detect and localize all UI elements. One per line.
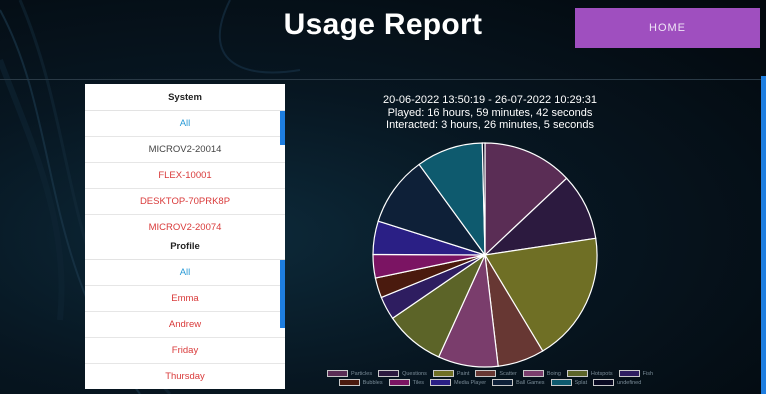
legend-swatch	[326, 370, 348, 377]
report-summary: 20-06-2022 13:50:19 - 26-07-2022 10:29:3…	[300, 94, 680, 132]
legend-label: Tiles	[412, 379, 425, 386]
legend-label: Questions	[402, 370, 427, 377]
profile-item[interactable]: Emma	[85, 286, 285, 312]
usage-pie-chart	[372, 142, 598, 368]
legend-item[interactable]: Media Player	[430, 379, 486, 386]
legend-label: Scatter	[499, 370, 517, 377]
legend-swatch	[492, 379, 514, 386]
profile-item[interactable]: Thursday	[85, 364, 285, 389]
profile-list[interactable]: Profile All Emma Andrew Friday Thursday	[85, 233, 285, 389]
legend-item[interactable]: Hotspots	[566, 370, 613, 377]
legend-item[interactable]: Questions	[378, 370, 427, 377]
legend-item[interactable]: Bubbles	[338, 379, 383, 386]
legend-item[interactable]: Fish	[618, 370, 654, 377]
legend-label: Hotspots	[590, 370, 613, 377]
right-accent-bar	[761, 76, 766, 394]
system-header: System	[85, 84, 285, 111]
legend-label: Splat	[574, 379, 588, 386]
date-range: 20-06-2022 13:50:19 - 26-07-2022 10:29:3…	[382, 94, 598, 106]
legend-label: Particles	[350, 370, 373, 377]
profile-item[interactable]: Friday	[85, 338, 285, 364]
system-scrollbar[interactable]	[280, 111, 285, 145]
legend-item[interactable]: Tiles	[388, 379, 425, 386]
legend-label: Bubbles	[362, 379, 383, 386]
legend-label: Ball Games	[516, 379, 545, 386]
played-time: Played: 16 hours, 59 minutes, 42 seconds	[387, 106, 593, 119]
legend-item[interactable]: Paint	[432, 370, 470, 377]
legend-item[interactable]: Scatter	[475, 370, 517, 377]
system-item[interactable]: MICROV2-20074	[85, 215, 285, 233]
legend-label: Boing	[546, 370, 561, 377]
legend-item[interactable]: Boing	[522, 370, 561, 377]
system-item[interactable]: MICROV2-20014	[85, 137, 285, 163]
system-list[interactable]: System All MICROV2-20014 FLEX-10001 DESK…	[85, 84, 285, 233]
legend-item[interactable]: undefined	[593, 379, 641, 386]
chart-legend: Particles Questions Paint Scatter Boing Hotsp…	[300, 370, 680, 386]
legend-swatch	[388, 379, 410, 386]
legend-swatch	[475, 370, 497, 377]
legend-swatch	[618, 370, 640, 377]
legend-swatch	[566, 370, 588, 377]
profile-item-all[interactable]: All	[85, 260, 285, 286]
legend-swatch	[378, 370, 400, 377]
legend-label: Media Player	[454, 379, 487, 386]
legend-label: Fish	[642, 370, 654, 377]
legend-label: Paint	[456, 370, 470, 377]
system-item[interactable]: FLEX-10001	[85, 163, 285, 189]
profile-item[interactable]: Andrew	[85, 312, 285, 338]
legend-item[interactable]: Splat	[550, 379, 588, 386]
profile-scrollbar[interactable]	[280, 260, 285, 328]
profile-header: Profile	[85, 233, 285, 260]
legend-swatch	[550, 379, 572, 386]
legend-swatch	[432, 370, 454, 377]
system-item[interactable]: DESKTOP-70PRK8P	[85, 189, 285, 215]
legend-swatch	[430, 379, 452, 386]
system-item-all[interactable]: All	[85, 111, 285, 137]
home-button[interactable]: HOME	[575, 8, 760, 48]
filter-panel: System All MICROV2-20014 FLEX-10001 DESK…	[85, 84, 285, 389]
legend-label: undefined	[617, 379, 642, 386]
top-bar: Usage Report HOME	[0, 0, 766, 80]
legend-swatch	[338, 379, 360, 386]
legend-swatch	[522, 370, 544, 377]
legend-item[interactable]: Ball Games	[492, 379, 545, 386]
legend-item[interactable]: Particles	[326, 370, 373, 377]
legend-swatch	[593, 379, 615, 386]
